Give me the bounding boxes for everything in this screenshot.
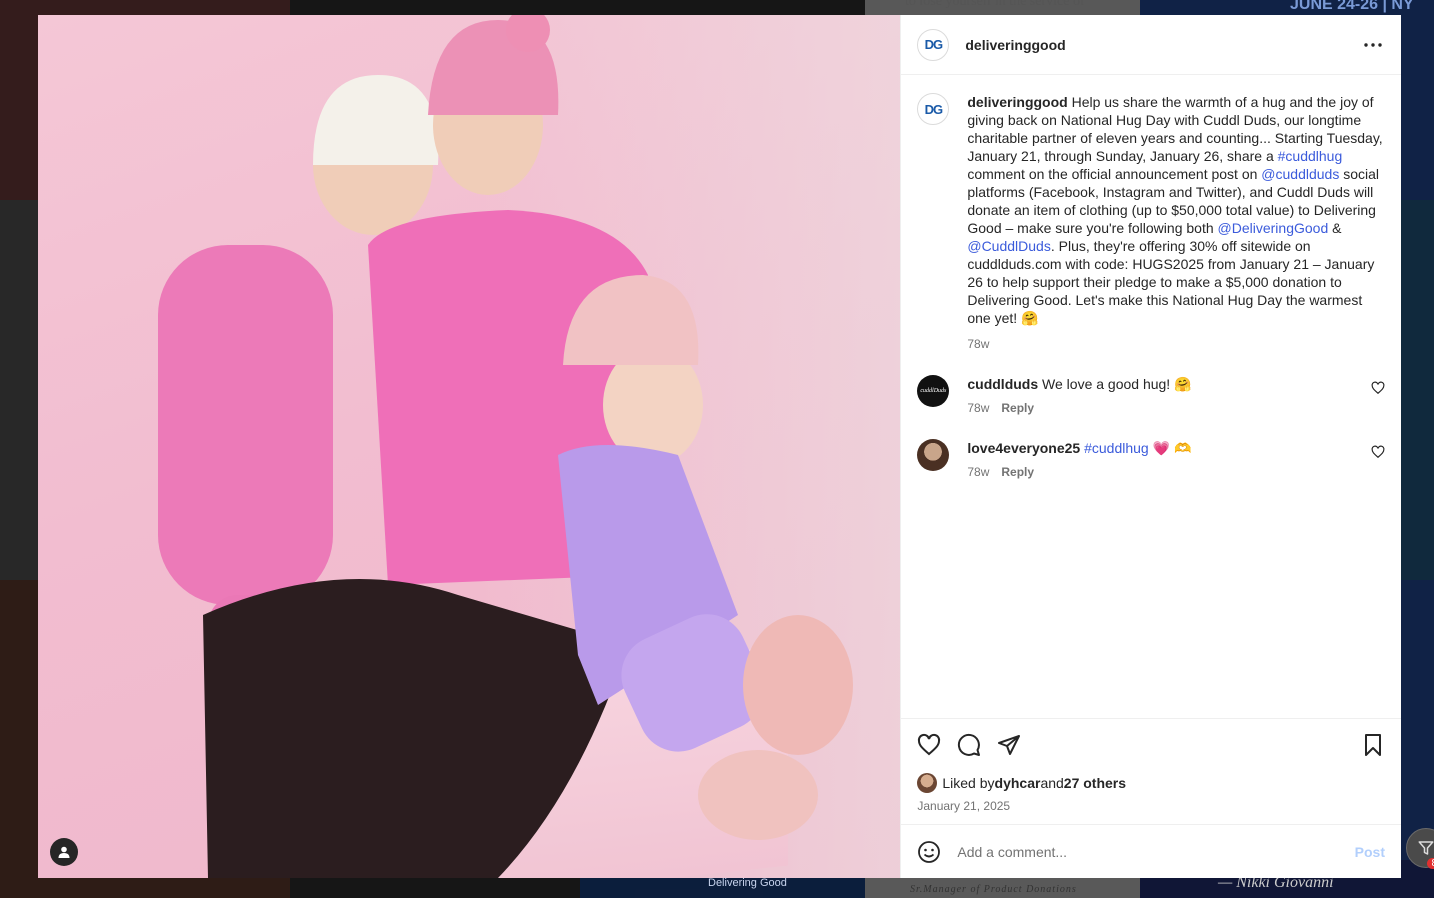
comment-like-icon[interactable] — [1371, 445, 1385, 459]
comment-like-icon[interactable] — [1371, 381, 1385, 395]
comment-icon[interactable] — [957, 733, 981, 757]
post-sidebar: DG deliveringgood DG deliveringgood Help… — [900, 15, 1401, 878]
liker-avatar[interactable] — [917, 773, 938, 793]
comments-list: DG deliveringgood Help us share the warm… — [901, 75, 1401, 718]
author-username[interactable]: deliveringgood — [965, 37, 1065, 53]
caption-time[interactable]: 78w — [967, 335, 989, 353]
hashtag-link[interactable]: #cuddlhug — [1278, 148, 1343, 164]
more-options-button[interactable] — [1361, 33, 1385, 57]
ellipsis-icon — [1364, 42, 1382, 47]
bookmark-icon[interactable] — [1361, 733, 1385, 757]
post-modal: DG deliveringgood DG deliveringgood Help… — [38, 15, 1401, 878]
photo-illustration — [158, 15, 853, 878]
post-image — [38, 15, 901, 878]
filter-icon — [1418, 841, 1434, 855]
like-icon[interactable] — [917, 733, 941, 757]
comment-time[interactable]: 78w — [967, 463, 989, 481]
bg-snippet: JUNE 24-26 | NY — [1290, 0, 1414, 13]
comment-input[interactable] — [955, 842, 1355, 861]
hashtag-link[interactable]: #cuddlhug — [1084, 440, 1149, 456]
mention-link[interactable]: @CuddlDuds — [967, 238, 1050, 254]
post-header: DG deliveringgood — [901, 15, 1401, 75]
share-icon[interactable] — [997, 733, 1021, 757]
likes-summary: Liked by dyhcar and 27 others — [917, 773, 1385, 793]
comment-time[interactable]: 78w — [967, 399, 989, 417]
comment-item: cuddlDuds cuddlduds We love a good hug! … — [917, 375, 1385, 417]
post-date[interactable]: January 21, 2025 — [917, 799, 1385, 813]
tagged-users-button[interactable] — [50, 838, 78, 866]
caption: DG deliveringgood Help us share the warm… — [917, 93, 1385, 353]
reply-button[interactable]: Reply — [1001, 463, 1034, 481]
liker-username[interactable]: dyhcar — [995, 775, 1041, 791]
author-avatar[interactable]: DG — [917, 28, 950, 61]
bg-snippet: to lose yourself in the service of — [905, 0, 1085, 9]
bg-snippet: Delivering Good — [708, 877, 787, 889]
add-comment-bar: Post — [901, 824, 1401, 878]
commenter-avatar[interactable] — [917, 439, 950, 471]
post-actions: Liked by dyhcar and 27 others January 21… — [901, 718, 1401, 824]
bg-snippet: Sr.Manager of Product Donations — [910, 884, 1077, 895]
post-comment-button[interactable]: Post — [1355, 844, 1385, 860]
commenter-username[interactable]: cuddlduds — [967, 376, 1038, 392]
caption-username[interactable]: deliveringgood — [967, 94, 1067, 110]
comment-item: love4everyone25 #cuddlhug 💗 🫶 78w Reply — [917, 439, 1385, 481]
mention-link[interactable]: @DeliveringGood — [1218, 220, 1329, 236]
filter-count-badge: 8 — [1427, 858, 1434, 869]
mention-link[interactable]: @cuddlduds — [1261, 166, 1339, 182]
person-icon — [58, 846, 70, 858]
emoji-icon[interactable] — [917, 840, 941, 864]
reply-button[interactable]: Reply — [1001, 399, 1034, 417]
commenter-avatar[interactable]: cuddlDuds — [917, 375, 950, 407]
caption-avatar[interactable]: DG — [917, 93, 950, 125]
commenter-username[interactable]: love4everyone25 — [967, 440, 1080, 456]
likes-others-link[interactable]: 27 others — [1064, 775, 1126, 791]
